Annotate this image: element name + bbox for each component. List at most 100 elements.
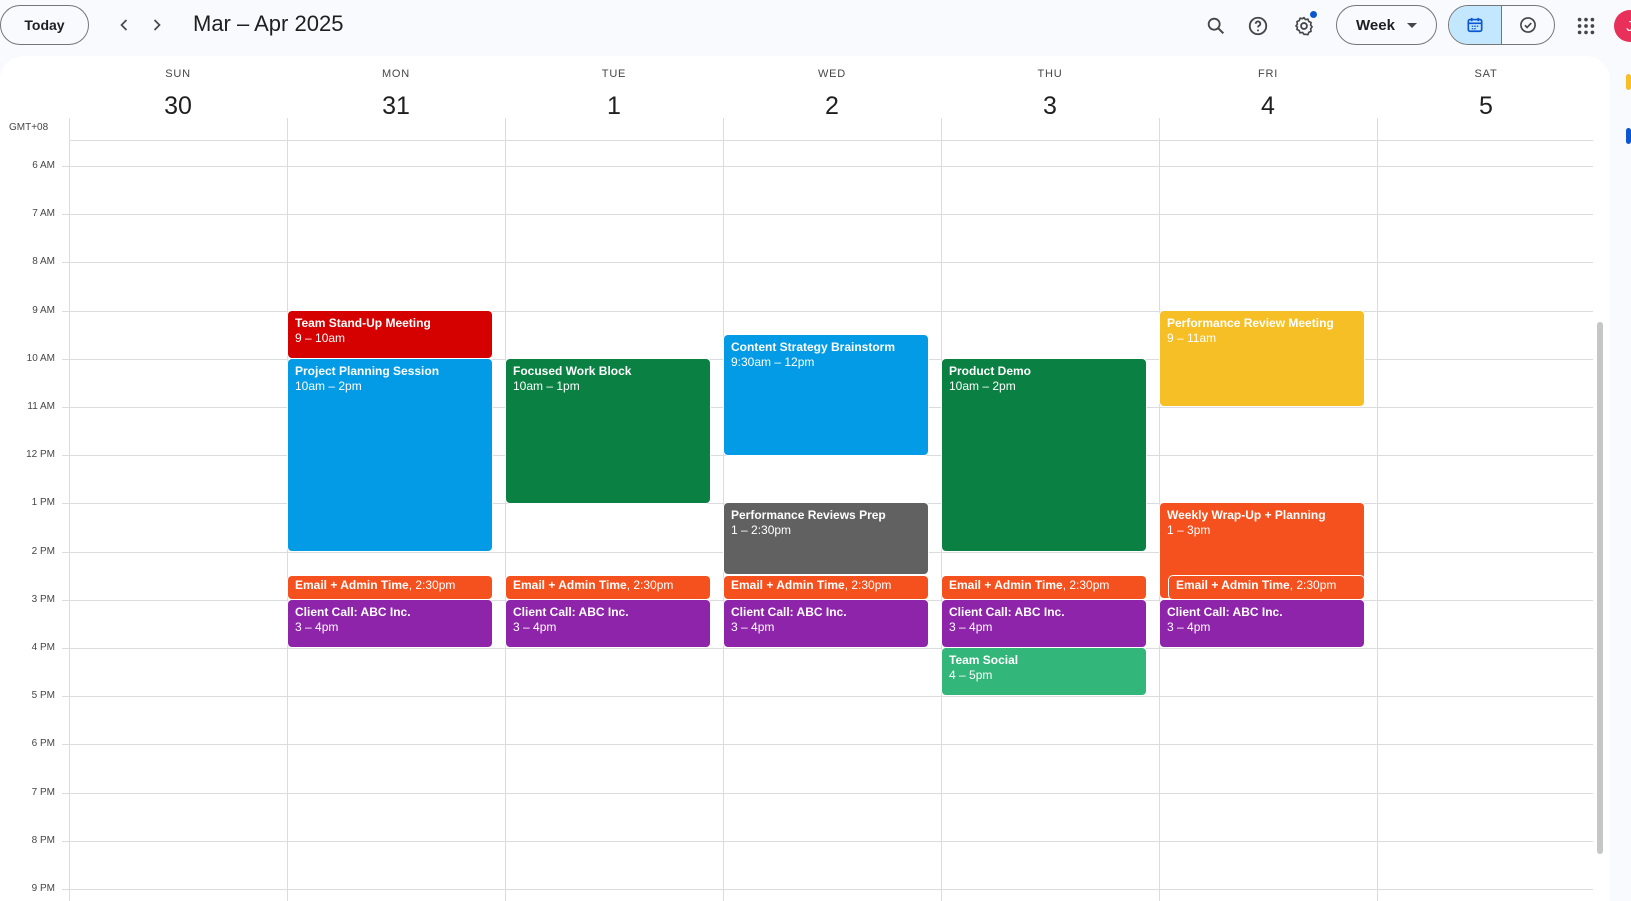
event-title: Client Call: ABC Inc. — [731, 605, 847, 619]
next-week-button[interactable] — [141, 9, 173, 41]
calendar-event[interactable]: Performance Review Meeting 9 – 11am — [1160, 311, 1364, 406]
calendar-event[interactable]: Performance Reviews Prep 1 – 2:30pm — [724, 503, 928, 574]
calendar-event[interactable]: Client Call: ABC Inc. 3 – 4pm — [1160, 600, 1364, 647]
calendar-event[interactable]: Client Call: ABC Inc. 3 – 4pm — [288, 600, 492, 647]
calendar-event[interactable]: Team Social 4 – 5pm — [942, 648, 1146, 695]
calendar-event[interactable]: Focused Work Block 10am – 1pm — [506, 359, 710, 503]
account-avatar[interactable]: J — [1614, 10, 1631, 42]
calendar-event[interactable]: Product Demo 10am – 2pm — [942, 359, 1146, 551]
day-number[interactable]: 2 — [723, 92, 941, 121]
hour-gridline — [62, 262, 1593, 263]
hour-label: 6 PM — [31, 738, 55, 749]
event-inline-text: Email + Admin Time, 2:30pm — [295, 578, 455, 592]
event-title: Weekly Wrap-Up + Planning — [1167, 508, 1326, 522]
settings-button[interactable] — [1286, 8, 1322, 44]
calendar-event[interactable]: Email + Admin Time, 2:30pm — [288, 576, 492, 599]
day-number[interactable]: 31 — [287, 92, 505, 121]
calendar-event[interactable]: Client Call: ABC Inc. 3 – 4pm — [942, 600, 1146, 647]
calendar-event[interactable]: Email + Admin Time, 2:30pm — [1169, 576, 1364, 599]
hour-label: 3 PM — [31, 594, 55, 605]
day-column-divider — [1377, 118, 1378, 901]
event-title: Project Planning Session — [295, 364, 440, 378]
hour-gridline — [62, 793, 1593, 794]
hour-label: 7 PM — [31, 787, 55, 798]
header-divider — [69, 140, 1593, 141]
event-title: Email + Admin Time — [1176, 578, 1290, 592]
hour-label: 12 PM — [26, 449, 55, 460]
day-header-wed[interactable]: WED 2 — [723, 56, 941, 136]
scrollbar-thumb[interactable] — [1597, 322, 1603, 854]
hour-label: 5 PM — [31, 690, 55, 701]
day-column-divider — [505, 118, 506, 901]
calendar-event[interactable]: Email + Admin Time, 2:30pm — [942, 576, 1146, 599]
view-selector-label: Week — [1356, 16, 1395, 34]
hour-label: 11 AM — [27, 401, 55, 412]
event-time: 3 – 4pm — [949, 620, 993, 634]
day-number[interactable]: 4 — [1159, 92, 1377, 121]
hour-label: 8 PM — [31, 835, 55, 846]
calendar-event[interactable]: Email + Admin Time, 2:30pm — [724, 576, 928, 599]
day-header-tue[interactable]: TUE 1 — [505, 56, 723, 136]
event-title: Product Demo — [949, 364, 1032, 378]
day-header-thu[interactable]: THU 3 — [941, 56, 1159, 136]
hour-label: 9 PM — [31, 883, 55, 894]
hour-label: 7 AM — [32, 208, 55, 219]
day-of-week-label: MON — [381, 68, 411, 80]
day-number[interactable]: 5 — [1377, 92, 1595, 121]
day-number[interactable]: 3 — [941, 92, 1159, 121]
task-check-icon — [1520, 17, 1536, 33]
day-header-sun[interactable]: SUN 30 — [69, 56, 287, 136]
help-icon — [1248, 16, 1268, 36]
help-button[interactable] — [1240, 8, 1276, 44]
event-time: 10am – 2pm — [295, 379, 362, 393]
gear-icon — [1295, 16, 1313, 36]
day-header-fri[interactable]: FRI 4 — [1159, 56, 1377, 136]
event-time: 4 – 5pm — [949, 668, 993, 682]
day-of-week-label: WED — [817, 68, 847, 80]
day-of-week-label: SUN — [165, 68, 191, 80]
calendar-view-toggle[interactable] — [1449, 6, 1502, 44]
hour-label: 9 AM — [32, 305, 55, 316]
search-icon — [1207, 17, 1225, 35]
hour-gridline — [62, 841, 1593, 842]
calendar-event[interactable]: Client Call: ABC Inc. 3 – 4pm — [506, 600, 710, 647]
event-title: Client Call: ABC Inc. — [1167, 605, 1283, 619]
event-time: 1 – 2:30pm — [731, 523, 792, 537]
calendar-event[interactable]: Client Call: ABC Inc. 3 – 4pm — [724, 600, 928, 647]
calendar-event[interactable]: Project Planning Session 10am – 2pm — [288, 359, 492, 551]
calendar-event[interactable]: Content Strategy Brainstorm 9:30am – 12pm — [724, 335, 928, 455]
week-calendar-grid: GMT+08 SUN 30 MON 31 TUE 1 WED 2 THU 3 FRI 4 SAT 5 6 A… — [0, 56, 1610, 901]
side-panel-keep-icon[interactable] — [1626, 74, 1631, 90]
day-number[interactable]: 30 — [69, 92, 287, 121]
today-button[interactable]: Today — [0, 5, 89, 45]
search-button[interactable] — [1198, 8, 1234, 44]
hour-gridline — [62, 889, 1593, 890]
hour-label: 8 AM — [32, 256, 55, 267]
event-time: 3 – 4pm — [295, 620, 339, 634]
event-time: 1 – 3pm — [1167, 523, 1211, 537]
event-time: 2:30pm — [415, 578, 456, 592]
hour-gridline — [62, 214, 1593, 215]
view-selector[interactable]: Week — [1336, 5, 1437, 45]
apps-grid-icon — [1577, 17, 1595, 35]
hour-label: 2 PM — [31, 546, 55, 557]
view-toggle — [1448, 5, 1555, 45]
event-inline-text: Email + Admin Time, 2:30pm — [949, 578, 1109, 592]
hour-label: 10 AM — [26, 353, 55, 364]
event-title: Client Call: ABC Inc. — [513, 605, 629, 619]
calendar-event[interactable]: Email + Admin Time, 2:30pm — [506, 576, 710, 599]
event-title: Focused Work Block — [513, 364, 632, 378]
day-header-mon[interactable]: MON 31 — [287, 56, 505, 136]
day-header-sat[interactable]: SAT 5 — [1377, 56, 1595, 136]
day-of-week-label: FRI — [1257, 68, 1279, 80]
day-of-week-label: THU — [1037, 68, 1063, 80]
previous-week-button[interactable] — [108, 9, 140, 41]
event-title: Performance Reviews Prep — [731, 508, 886, 522]
timezone-label: GMT+08 — [9, 122, 49, 133]
apps-button[interactable] — [1570, 10, 1602, 42]
side-panel-tasks-icon[interactable] — [1626, 128, 1631, 144]
tasks-view-toggle[interactable] — [1502, 6, 1554, 44]
calendar-event[interactable]: Team Stand-Up Meeting 9 – 10am — [288, 311, 492, 358]
day-number[interactable]: 1 — [505, 92, 723, 121]
event-time: 3 – 4pm — [1167, 620, 1211, 634]
